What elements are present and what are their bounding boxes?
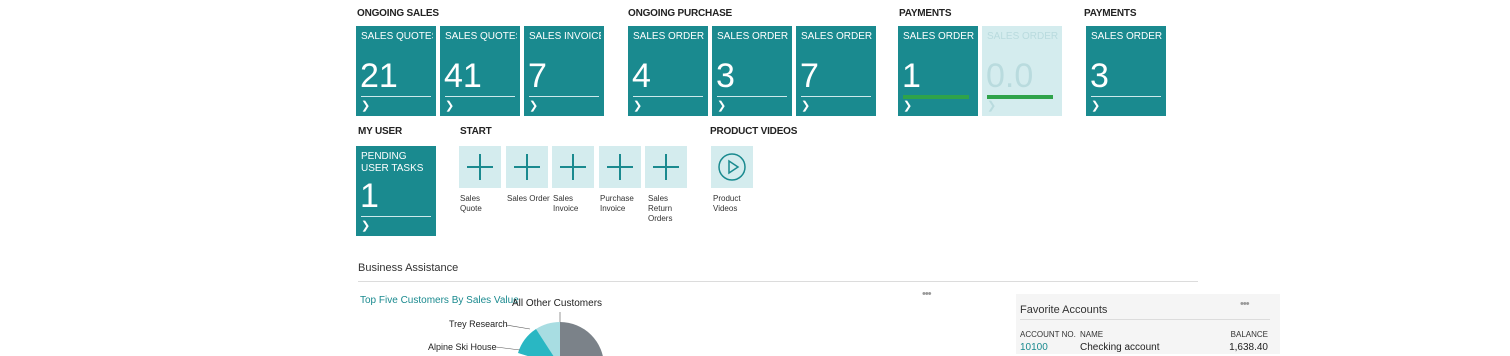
tile-sales-quotes[interactable]: SALES QUOTES 21 ❯ xyxy=(356,26,436,116)
plus-icon-stroke xyxy=(479,154,481,180)
chevron-right-icon: ❯ xyxy=(717,100,727,112)
product-videos-button[interactable] xyxy=(711,146,753,188)
tile-value: 1 xyxy=(902,57,921,95)
chart-more-icon[interactable]: ••• xyxy=(922,288,932,300)
pie-label-all-other: All Other Customers xyxy=(512,298,603,309)
tile-payments-sales-order-1[interactable]: SALES ORDER 1 ❯ xyxy=(898,26,978,116)
pie-label-trey-research: Trey Research xyxy=(449,319,508,329)
column-header-balance: BALANCE xyxy=(1230,330,1268,339)
new-sales-return-order-button[interactable] xyxy=(645,146,687,188)
new-sales-order-button[interactable] xyxy=(506,146,548,188)
tile-payments-sales-order-3[interactable]: SALES ORDER 3 ❯ xyxy=(1086,26,1166,116)
new-sales-invoice-button[interactable] xyxy=(552,146,594,188)
tile-sales-invoices[interactable]: SALES INVOICES 7 ❯ xyxy=(524,26,604,116)
new-purchase-invoice-button[interactable] xyxy=(599,146,641,188)
chevron-right-icon: ❯ xyxy=(361,100,371,112)
tile-value: 4 xyxy=(632,57,651,95)
play-icon xyxy=(718,153,746,181)
tile-divider xyxy=(717,96,787,97)
group-title-my-user: MY USER xyxy=(358,126,402,137)
tile-value: 21 xyxy=(360,57,398,95)
action-label: Sales Quote xyxy=(460,194,482,213)
tile-label: SALES ORDER xyxy=(987,31,1059,42)
tile-label: SALES INVOICES xyxy=(529,31,601,42)
group-title-start: START xyxy=(460,126,492,137)
tile-value: 7 xyxy=(528,57,547,95)
account-no-link[interactable]: 10100 xyxy=(1020,342,1048,353)
tile-sales-quotes-2[interactable]: SALES QUOTES 41 ❯ xyxy=(440,26,520,116)
account-name: Checking account xyxy=(1080,342,1160,353)
tile-divider xyxy=(801,96,871,97)
group-title-product-videos: PRODUCT VIDEOS xyxy=(710,126,798,137)
column-header-account-no: ACCOUNT NO. xyxy=(1020,330,1076,339)
tile-label: SALES ORDER xyxy=(1091,31,1163,42)
tile-value: 3 xyxy=(1090,57,1109,95)
tile-divider xyxy=(361,96,431,97)
group-title-ongoing-purchase: ONGOING PURCHASE xyxy=(628,8,733,19)
plus-icon-stroke xyxy=(619,154,621,180)
tile-value: 41 xyxy=(444,57,482,95)
action-label: Sales Return Orders xyxy=(648,194,673,223)
section-title-business-assistance: Business Assistance xyxy=(358,262,459,274)
tile-divider xyxy=(361,216,431,217)
tile-label: SALES ORDER xyxy=(801,31,873,42)
chevron-right-icon: ❯ xyxy=(903,100,913,112)
tile-purchase-sales-order-1[interactable]: SALES ORDER 4 ❯ xyxy=(628,26,708,116)
panel-divider xyxy=(1020,319,1270,320)
tile-divider xyxy=(529,96,599,97)
chevron-right-icon: ❯ xyxy=(445,100,455,112)
chevron-right-icon: ❯ xyxy=(987,100,997,112)
action-label: Sales Invoice xyxy=(553,194,579,213)
new-sales-quote-button[interactable] xyxy=(459,146,501,188)
tile-progress-bar xyxy=(987,95,1053,99)
column-header-name: NAME xyxy=(1080,330,1104,339)
tile-divider xyxy=(1091,96,1161,97)
tile-label: SALES ORDER xyxy=(717,31,789,42)
favorite-accounts-more-icon[interactable]: ••• xyxy=(1240,298,1250,310)
account-balance: 1,638.40 xyxy=(1229,342,1268,353)
tile-purchase-sales-order-2[interactable]: SALES ORDER 3 ❯ xyxy=(712,26,792,116)
tile-label: SALES ORDER xyxy=(903,31,975,42)
leader-line xyxy=(505,324,531,330)
plus-icon-stroke xyxy=(572,154,574,180)
action-label: Purchase Invoice xyxy=(600,194,634,213)
tile-purchase-sales-order-3[interactable]: SALES ORDER 7 ❯ xyxy=(796,26,876,116)
plus-icon-stroke xyxy=(665,154,667,180)
tile-label: SALES QUOTES xyxy=(445,31,517,42)
tile-value: 1 xyxy=(360,177,379,215)
tile-label: SALES QUOTES xyxy=(361,31,433,42)
favorite-accounts-panel: Favorite Accounts ••• ACCOUNT NO. NAME B… xyxy=(1016,294,1280,354)
tile-divider xyxy=(445,96,515,97)
tile-divider xyxy=(633,96,703,97)
tile-value: 3 xyxy=(716,57,735,95)
group-title-ongoing-sales: ONGOING SALES xyxy=(357,8,439,19)
section-divider xyxy=(358,281,1198,282)
tile-payments-sales-order-2[interactable]: SALES ORDER 0.0 ❯ xyxy=(982,26,1062,116)
action-label: Product Videos xyxy=(713,194,741,213)
chevron-right-icon: ❯ xyxy=(633,100,643,112)
pie-label-alpine-ski-house: Alpine Ski House xyxy=(428,342,497,352)
action-label: Sales Order xyxy=(507,194,550,203)
group-title-payments: PAYMENTS xyxy=(899,8,952,19)
chevron-right-icon: ❯ xyxy=(1091,100,1101,112)
favorite-accounts-title: Favorite Accounts xyxy=(1020,304,1108,316)
tile-value: 0.0 xyxy=(986,57,1034,95)
pie-slice-all-other[interactable] xyxy=(560,322,604,356)
chevron-right-icon: ❯ xyxy=(529,100,539,112)
tile-progress-bar xyxy=(903,95,969,99)
group-title-payments-2: PAYMENTS xyxy=(1084,8,1137,19)
tile-pending-user-tasks[interactable]: PENDING USER TASKS 1 ❯ xyxy=(356,146,436,236)
plus-icon-stroke xyxy=(526,154,528,180)
tile-label: PENDING USER TASKS xyxy=(361,151,424,174)
tile-label: SALES ORDER xyxy=(633,31,705,42)
tile-value: 7 xyxy=(800,57,819,95)
chevron-right-icon: ❯ xyxy=(801,100,811,112)
chevron-right-icon: ❯ xyxy=(361,220,371,232)
